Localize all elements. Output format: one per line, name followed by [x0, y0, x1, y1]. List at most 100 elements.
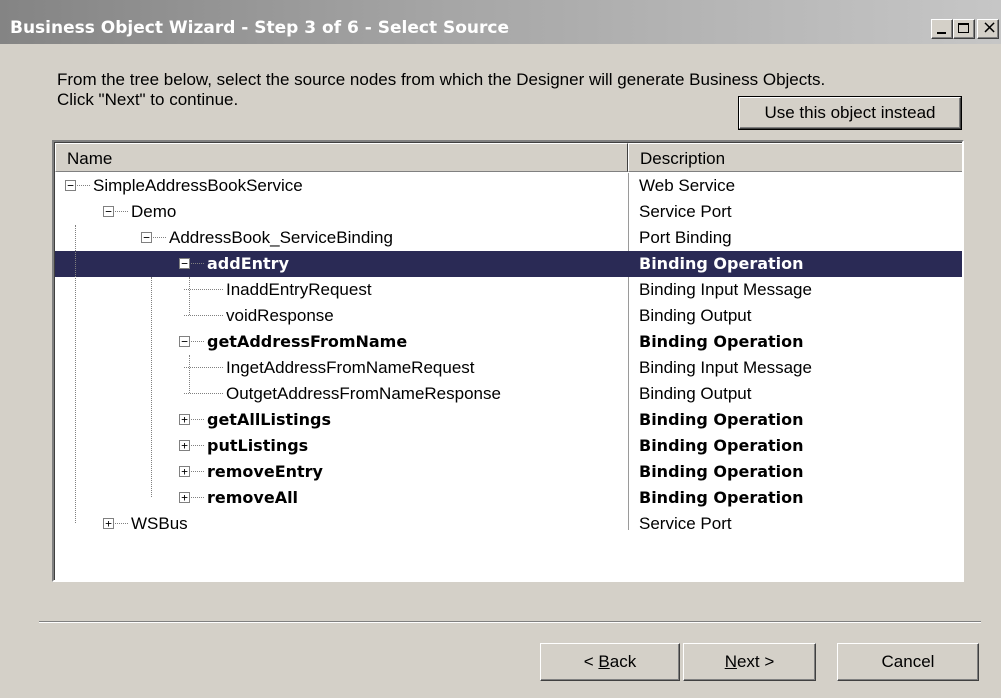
tree-row-name-cell: IngetAddressFromNameRequest [55, 355, 628, 381]
button-separator [39, 621, 981, 623]
tree-row-description: Binding Operation [639, 332, 804, 351]
cancel-button[interactable]: Cancel [837, 643, 979, 681]
tree-guide-line [189, 277, 190, 315]
tree-row-description: Binding Input Message [639, 280, 812, 299]
column-header-description[interactable]: Description [628, 143, 962, 172]
minimize-button[interactable] [931, 19, 953, 39]
tree-row-name-cell: − addEntry [55, 251, 628, 277]
tree-row[interactable]: OutgetAddressFromNameResponse Binding Out… [55, 381, 962, 407]
tree-row-name-cell: + removeEntry [55, 459, 628, 485]
collapse-icon[interactable]: − [179, 258, 190, 269]
tree-row-description: Binding Input Message [639, 358, 812, 377]
back-prefix: < [583, 652, 599, 671]
tree-row-name-cell: + putListings [55, 433, 628, 459]
collapse-icon[interactable]: − [65, 180, 76, 191]
tree-row-name-cell: − Demo [55, 199, 628, 225]
title-bar[interactable]: Business Object Wizard - Step 3 of 6 - S… [0, 0, 1001, 44]
tree-row-description: Binding Operation [639, 254, 804, 273]
tree-header: Name Description [55, 143, 962, 172]
tree-row-description: Binding Output [639, 306, 752, 325]
tree-row-name: getAllListings [207, 410, 332, 429]
tree-connector [115, 523, 128, 524]
tree-row[interactable]: InaddEntryRequest Binding Input Message [55, 277, 962, 303]
tree-row-description: Service Port [639, 202, 732, 221]
collapse-icon[interactable]: − [141, 232, 152, 243]
tree-connector [153, 237, 166, 238]
tree-row-name: AddressBook_ServiceBinding [169, 228, 393, 247]
next-accel: N [724, 652, 737, 671]
tree-row-name-cell: − getAddressFromName [55, 329, 628, 355]
tree-row-name: OutgetAddressFromNameResponse [226, 384, 501, 403]
tree-row[interactable]: + removeEntry Binding Operation [55, 459, 962, 485]
tree-row-name: voidResponse [226, 306, 334, 325]
tree-row-name: SimpleAddressBookService [93, 176, 303, 195]
expand-icon[interactable]: + [179, 440, 190, 451]
next-button[interactable]: Next > [683, 643, 816, 681]
tree-row-description: Service Port [639, 514, 732, 533]
tree-row-name: IngetAddressFromNameRequest [226, 358, 475, 377]
tree-row[interactable]: + removeAll Binding Operation [55, 485, 962, 511]
tree-row[interactable]: − addEntry Binding Operation [55, 251, 962, 277]
tree-row-description: Binding Operation [639, 436, 804, 455]
tree-row[interactable]: + getAllListings Binding Operation [55, 407, 962, 433]
tree-connector [191, 497, 204, 498]
tree-connector [191, 419, 204, 420]
tree-row-name: WSBus [131, 514, 188, 533]
tree-row-name: removeAll [207, 488, 299, 507]
tree-row-name-cell: + removeAll [55, 485, 628, 511]
maximize-icon [958, 23, 969, 33]
tree-row[interactable]: − getAddressFromName Binding Operation [55, 329, 962, 355]
tree-row-name: InaddEntryRequest [226, 280, 372, 299]
use-this-object-button[interactable]: Use this object instead [738, 96, 962, 130]
back-button[interactable]: < Back [540, 643, 680, 681]
tree-connector [191, 341, 204, 342]
expand-icon[interactable]: + [179, 492, 190, 503]
column-header-name[interactable]: Name [55, 143, 628, 172]
tree-row-description: Binding Output [639, 384, 752, 403]
tree-row-description: Binding Operation [639, 488, 804, 507]
tree-row[interactable]: − SimpleAddressBookService Web Service [55, 173, 962, 199]
tree-connector [184, 315, 223, 316]
collapse-icon[interactable]: − [179, 336, 190, 347]
minimize-icon [937, 32, 946, 34]
tree-row-name-cell: + WSBus [55, 511, 628, 537]
collapse-icon[interactable]: − [103, 206, 114, 217]
back-rest: ack [609, 652, 637, 671]
tree-guide-line [75, 225, 76, 523]
tree-row-name: Demo [131, 202, 177, 221]
expand-icon[interactable]: + [179, 414, 190, 425]
next-rest: ext > [736, 652, 775, 671]
tree-connector [184, 393, 223, 394]
tree-connector [77, 185, 90, 186]
tree-row[interactable]: IngetAddressFromNameRequest Binding Input… [55, 355, 962, 381]
tree-row-name-cell: OutgetAddressFromNameResponse [55, 381, 628, 407]
close-button[interactable]: × [977, 19, 999, 39]
tree-row-name-cell: − AddressBook_ServiceBinding [55, 225, 628, 251]
window-title: Business Object Wizard - Step 3 of 6 - S… [10, 18, 510, 38]
close-icon: × [982, 17, 998, 38]
back-accel: B [598, 652, 610, 671]
tree-row-name-cell: voidResponse [55, 303, 628, 329]
tree-row[interactable]: − AddressBook_ServiceBinding Port Binding [55, 225, 962, 251]
source-tree[interactable]: Name Description − SimpleAddressBookServi… [52, 140, 964, 582]
tree-row-name: getAddressFromName [207, 332, 408, 351]
tree-row[interactable]: + WSBus Service Port [55, 511, 962, 537]
tree-connector [191, 445, 204, 446]
tree-row-description: Binding Operation [639, 462, 804, 481]
tree-row-name: addEntry [207, 254, 289, 273]
tree-connector [191, 263, 204, 264]
expand-icon[interactable]: + [179, 466, 190, 477]
tree-connector [115, 211, 128, 212]
tree-row-name: removeEntry [207, 462, 323, 481]
tree-row[interactable]: − Demo Service Port [55, 199, 962, 225]
tree-row-name-cell: + getAllListings [55, 407, 628, 433]
tree-connector [191, 471, 204, 472]
tree-row[interactable]: + putListings Binding Operation [55, 433, 962, 459]
maximize-button[interactable] [953, 19, 975, 39]
tree-guide-line [151, 277, 152, 497]
tree-row[interactable]: voidResponse Binding Output [55, 303, 962, 329]
tree-row-name-cell: InaddEntryRequest [55, 277, 628, 303]
expand-icon[interactable]: + [103, 518, 114, 529]
tree-rows: − SimpleAddressBookService Web Service − Dem… [55, 173, 962, 537]
tree-guide-line [189, 355, 190, 393]
